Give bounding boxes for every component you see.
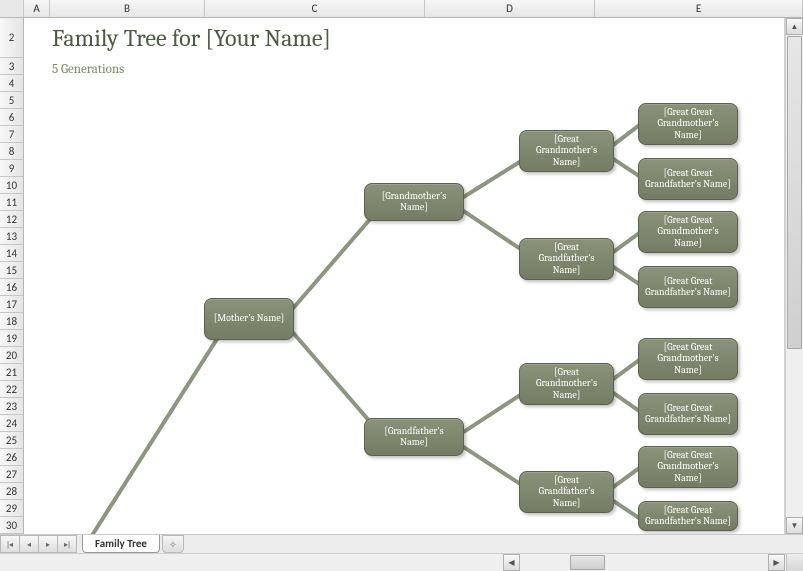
tab-nav-buttons: |◂ ◂ ▸ ▸|	[0, 535, 76, 553]
tab-nav-prev-icon[interactable]: ◂	[19, 535, 39, 553]
row-13[interactable]: 13	[0, 228, 23, 245]
column-headers: A B C D E	[0, 0, 803, 18]
row-3[interactable]: 3	[0, 58, 23, 75]
node-gg-grandmother-3[interactable]: [Great Great Grandmother's Name]	[638, 338, 738, 380]
node-gg-grandmother-1[interactable]: [Great Great Grandmother's Name]	[638, 103, 738, 145]
tab-nav-next-icon[interactable]: ▸	[38, 535, 58, 553]
tab-nav-first-icon[interactable]: |◂	[0, 535, 20, 553]
row-28[interactable]: 28	[0, 483, 23, 500]
sheet-tab-strip: |◂ ◂ ▸ ▸| Family Tree ✧	[0, 534, 803, 553]
node-grandmother[interactable]: [Grandmother's Name]	[364, 183, 464, 221]
row-26[interactable]: 26	[0, 449, 23, 466]
col-D[interactable]: D	[425, 0, 595, 17]
hscroll-track[interactable]	[520, 554, 768, 571]
col-A[interactable]: A	[24, 0, 50, 17]
node-great-grandfather-1[interactable]: [Great Grandfather's Name]	[519, 238, 614, 280]
scroll-down-icon[interactable]: ▼	[786, 517, 803, 534]
worksheet-canvas[interactable]: Family Tree for [Your Name] 5 Generation…	[24, 18, 785, 534]
node-great-grandmother-1[interactable]: [Great Grandmother's Name]	[519, 130, 614, 172]
horizontal-scrollbar-area: ◀ ▶	[0, 553, 803, 571]
node-gg-grandfather-3[interactable]: [Great Great Grandfather's Name]	[638, 393, 738, 435]
row-17[interactable]: 17	[0, 296, 23, 313]
tab-nav-last-icon[interactable]: ▸|	[57, 535, 77, 553]
row-7[interactable]: 7	[0, 126, 23, 143]
node-gg-grandfather-4[interactable]: [Great Great Grandfather's Name]	[638, 501, 738, 531]
row-2[interactable]: 2	[0, 18, 23, 58]
node-gg-grandmother-4[interactable]: [Great Great Grandmother's Name]	[638, 446, 738, 488]
col-B[interactable]: B	[50, 0, 205, 17]
row-10[interactable]: 10	[0, 177, 23, 194]
row-20[interactable]: 20	[0, 347, 23, 364]
row-29[interactable]: 29	[0, 500, 23, 517]
col-C[interactable]: C	[205, 0, 425, 17]
row-8[interactable]: 8	[0, 143, 23, 160]
scroll-right-icon[interactable]: ▶	[768, 554, 785, 571]
node-great-grandmother-2[interactable]: [Great Grandmother's Name]	[519, 363, 614, 405]
insert-sheet-icon[interactable]: ✧	[162, 535, 184, 553]
hscroll-thumb[interactable]	[570, 555, 605, 570]
node-gg-grandfather-1[interactable]: [Great Great Grandfather's Name]	[638, 158, 738, 200]
vertical-scrollbar[interactable]: ▲ ▼	[785, 18, 803, 534]
row-23[interactable]: 23	[0, 398, 23, 415]
row-headers: 2 3 4 5 6 7 8 9 10 11 12 13 14 15 16 17 …	[0, 18, 24, 534]
node-mother[interactable]: [Mother's Name]	[204, 298, 294, 340]
select-all-corner[interactable]	[0, 0, 24, 17]
row-6[interactable]: 6	[0, 109, 23, 126]
row-19[interactable]: 19	[0, 330, 23, 347]
sheet-tab-active[interactable]: Family Tree	[82, 535, 160, 553]
node-gg-grandmother-2[interactable]: [Great Great Grandmother's Name]	[638, 211, 738, 253]
resize-grip-icon[interactable]	[786, 554, 803, 571]
vscroll-thumb[interactable]	[787, 36, 802, 349]
scroll-up-icon[interactable]: ▲	[786, 18, 803, 35]
horizontal-scrollbar[interactable]: ◀ ▶	[503, 554, 803, 571]
row-5[interactable]: 5	[0, 92, 23, 109]
row-21[interactable]: 21	[0, 364, 23, 381]
row-22[interactable]: 22	[0, 381, 23, 398]
row-11[interactable]: 11	[0, 194, 23, 211]
row-30[interactable]: 30	[0, 517, 23, 534]
row-9[interactable]: 9	[0, 160, 23, 177]
row-27[interactable]: 27	[0, 466, 23, 483]
row-25[interactable]: 25	[0, 432, 23, 449]
row-15[interactable]: 15	[0, 262, 23, 279]
row-14[interactable]: 14	[0, 245, 23, 262]
node-gg-grandfather-2[interactable]: [Great Great Grandfather's Name]	[638, 266, 738, 308]
vscroll-track[interactable]	[786, 35, 803, 517]
node-grandfather[interactable]: [Grandfather's Name]	[364, 418, 464, 456]
col-E[interactable]: E	[595, 0, 803, 17]
row-18[interactable]: 18	[0, 313, 23, 330]
row-24[interactable]: 24	[0, 415, 23, 432]
scroll-left-icon[interactable]: ◀	[503, 554, 520, 571]
row-12[interactable]: 12	[0, 211, 23, 228]
row-16[interactable]: 16	[0, 279, 23, 296]
row-4[interactable]: 4	[0, 75, 23, 92]
node-great-grandfather-2[interactable]: [Great Grandfather's Name]	[519, 471, 614, 513]
